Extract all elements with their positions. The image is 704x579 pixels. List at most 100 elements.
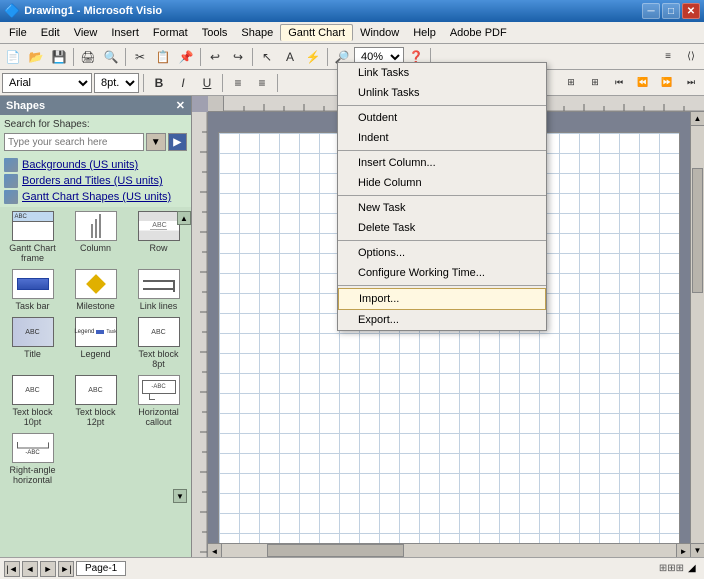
page-next-btn[interactable]: ► (40, 561, 56, 577)
connect-btn[interactable]: ⚡ (302, 46, 324, 68)
scroll-down-arrow[interactable]: ▼ (691, 543, 704, 557)
nav-prev-btn[interactable]: ⏪ (632, 72, 654, 94)
category-borders[interactable]: Borders and Titles (US units) (4, 174, 187, 188)
shape-item-link[interactable]: Link lines (130, 269, 187, 311)
page-first-btn[interactable]: |◄ (4, 561, 20, 577)
category-backgrounds[interactable]: Backgrounds (US units) (4, 158, 187, 172)
dd-delete-task[interactable]: Delete Task (338, 218, 546, 238)
undo-btn[interactable]: ↩ (204, 46, 226, 68)
font-name-select[interactable]: Arial (2, 73, 92, 93)
pointer-btn[interactable]: ↖ (256, 46, 278, 68)
nav-last-btn[interactable]: ⏭ (680, 72, 702, 94)
dd-export[interactable]: Export... (338, 310, 546, 330)
search-go-btn[interactable]: ▶ (168, 133, 188, 151)
shape-item-textblock12[interactable]: ABC Text block12pt (67, 375, 124, 427)
scroll-thumb[interactable] (692, 168, 703, 293)
shape-item-title[interactable]: ABC Title (4, 317, 61, 369)
shapes-panel: Shapes ✕ Search for Shapes: ▼ ▶ Backgrou… (0, 96, 192, 557)
shape-label-rightangle: Right-anglehorizontal (9, 465, 55, 485)
dd-options[interactable]: Options... (338, 243, 546, 263)
menu-insert[interactable]: Insert (104, 25, 146, 41)
shape-grid: ABC Gantt Chartframe Column (4, 211, 187, 485)
dd-outdent[interactable]: Outdent (338, 108, 546, 128)
print-btn[interactable]: 🖨 (77, 46, 99, 68)
menu-gantt[interactable]: Gantt Chart (280, 24, 353, 41)
cut-btn[interactable]: ✂ (129, 46, 151, 68)
scroll-left-arrow[interactable]: ◄ (208, 544, 222, 557)
resize-handle[interactable]: ◢ (688, 563, 700, 575)
shape-item-legend[interactable]: Legend Task Legend (67, 317, 124, 369)
shapes-scroll-area[interactable]: ▲ ABC Gantt Chartframe (0, 207, 191, 557)
menu-format[interactable]: Format (146, 25, 195, 41)
search-dropdown-btn[interactable]: ▼ (146, 133, 166, 151)
align-left-btn[interactable]: ≡ (227, 72, 249, 94)
close-button[interactable]: ✕ (682, 3, 700, 19)
nav-first-btn[interactable]: ⏮ (608, 72, 630, 94)
menu-shape[interactable]: Shape (234, 25, 280, 41)
dd-unlink-tasks[interactable]: Unlink Tasks (338, 83, 546, 103)
page-last-btn[interactable]: ►| (58, 561, 74, 577)
menu-tools[interactable]: Tools (195, 25, 235, 41)
menu-window[interactable]: Window (353, 25, 406, 41)
shape-label-textblock10: Text block10pt (12, 407, 52, 427)
new-btn[interactable]: 📄 (2, 46, 24, 68)
snap-btn[interactable]: ⊞ (560, 72, 582, 94)
search-input[interactable] (4, 133, 144, 151)
scroll-up-arrow[interactable]: ▲ (691, 112, 704, 126)
nav-next-btn[interactable]: ⏩ (656, 72, 678, 94)
dd-sep4 (338, 240, 546, 241)
horizontal-scrollbar[interactable]: ◄ ► (208, 543, 690, 557)
dd-link-tasks[interactable]: Link Tasks (338, 63, 546, 83)
scroll-right-arrow[interactable]: ► (676, 544, 690, 557)
scroll-track[interactable] (691, 126, 704, 543)
arrows-btn[interactable]: ⟨⟩ (680, 46, 702, 68)
shape-item-rightangle[interactable]: -ABC Right-anglehorizontal (4, 433, 61, 485)
task-pane-btn[interactable]: ≡ (657, 46, 679, 68)
dd-import[interactable]: Import... (338, 288, 546, 310)
font-size-select[interactable]: 8pt. (94, 73, 139, 93)
page-tab[interactable]: Page-1 (76, 561, 126, 576)
shape-item-column[interactable]: Column (67, 211, 124, 263)
italic-btn[interactable]: I (172, 72, 194, 94)
dd-indent[interactable]: Indent (338, 128, 546, 148)
bold-btn[interactable]: B (148, 72, 170, 94)
copy-btn[interactable]: 📋 (152, 46, 174, 68)
paste-btn[interactable]: 📌 (175, 46, 197, 68)
shape-item-milestone[interactable]: Milestone (67, 269, 124, 311)
grid-btn[interactable]: ⊞ (584, 72, 606, 94)
menu-edit[interactable]: Edit (34, 25, 67, 41)
redo-btn[interactable]: ↪ (227, 46, 249, 68)
shape-link-img (138, 269, 180, 299)
sep4 (252, 48, 253, 66)
open-btn[interactable]: 📂 (25, 46, 47, 68)
shapes-close-icon[interactable]: ✕ (176, 99, 185, 112)
menu-adobe[interactable]: Adobe PDF (443, 25, 514, 41)
maximize-button[interactable]: □ (662, 3, 680, 19)
dd-new-task[interactable]: New Task (338, 198, 546, 218)
dd-hide-column[interactable]: Hide Column (338, 173, 546, 193)
shape-item-gantt-frame[interactable]: ABC Gantt Chartframe (4, 211, 61, 263)
shape-item-textblock8[interactable]: ABC Text block8pt (130, 317, 187, 369)
text-btn[interactable]: A (279, 46, 301, 68)
page-prev-btn[interactable]: ◄ (22, 561, 38, 577)
underline-btn[interactable]: U (196, 72, 218, 94)
h-scroll-thumb[interactable] (267, 544, 403, 557)
h-scroll-track[interactable] (222, 544, 676, 557)
menu-file[interactable]: File (2, 25, 34, 41)
save-btn[interactable]: 💾 (48, 46, 70, 68)
menu-help[interactable]: Help (406, 25, 443, 41)
vertical-scrollbar[interactable]: ▲ ▼ (690, 112, 704, 557)
dd-configure-working[interactable]: Configure Working Time... (338, 263, 546, 283)
shape-item-callout[interactable]: -ABC Horizontalcallout (130, 375, 187, 427)
shape-label-column: Column (80, 243, 111, 253)
scroll-up-btn[interactable]: ▲ (177, 211, 191, 225)
menu-view[interactable]: View (67, 25, 105, 41)
minimize-button[interactable]: ─ (642, 3, 660, 19)
category-gantt[interactable]: Gantt Chart Shapes (US units) (4, 190, 187, 204)
preview-btn[interactable]: 🔍 (100, 46, 122, 68)
shape-item-taskbar[interactable]: Task bar (4, 269, 61, 311)
shape-item-textblock10[interactable]: ABC Text block10pt (4, 375, 61, 427)
align-center-btn[interactable]: ≡ (251, 72, 273, 94)
dd-insert-column[interactable]: Insert Column... (338, 153, 546, 173)
scroll-down-btn[interactable]: ▼ (173, 489, 187, 503)
